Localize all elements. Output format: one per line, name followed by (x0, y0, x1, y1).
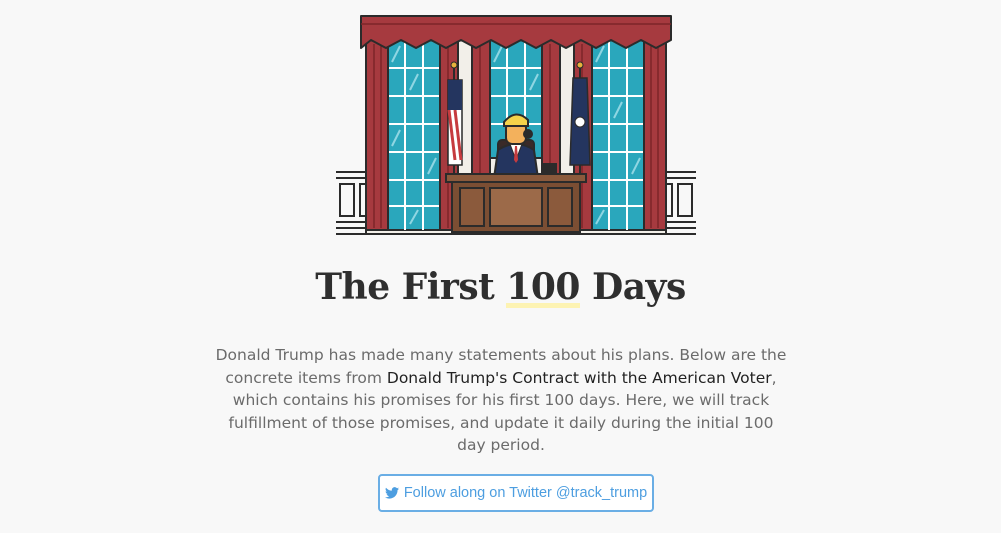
contract-link[interactable]: Donald Trump's Contract with the America… (387, 369, 772, 387)
oval-office-illustration (336, 15, 696, 235)
resolute-desk (445, 163, 587, 233)
presidential-flag (569, 61, 591, 180)
window-right (591, 39, 645, 231)
page-title: The First 100 Days (0, 266, 1001, 308)
us-flag (447, 61, 463, 180)
intro-paragraph: Donald Trump has made many statements ab… (215, 344, 787, 457)
twitter-follow-button[interactable]: Follow along on Twitter @track_trump (378, 474, 654, 512)
valance (360, 15, 672, 49)
window-left (387, 39, 441, 231)
follow-label: Follow along on Twitter @track_trump (403, 485, 648, 501)
page: The First 100 Days Donald Trump has made… (0, 0, 1001, 533)
title-text-after: Days (579, 266, 686, 308)
title-text-before: The First (315, 266, 507, 308)
title-highlight: 100 (506, 266, 580, 308)
twitter-bird-icon (384, 487, 399, 499)
